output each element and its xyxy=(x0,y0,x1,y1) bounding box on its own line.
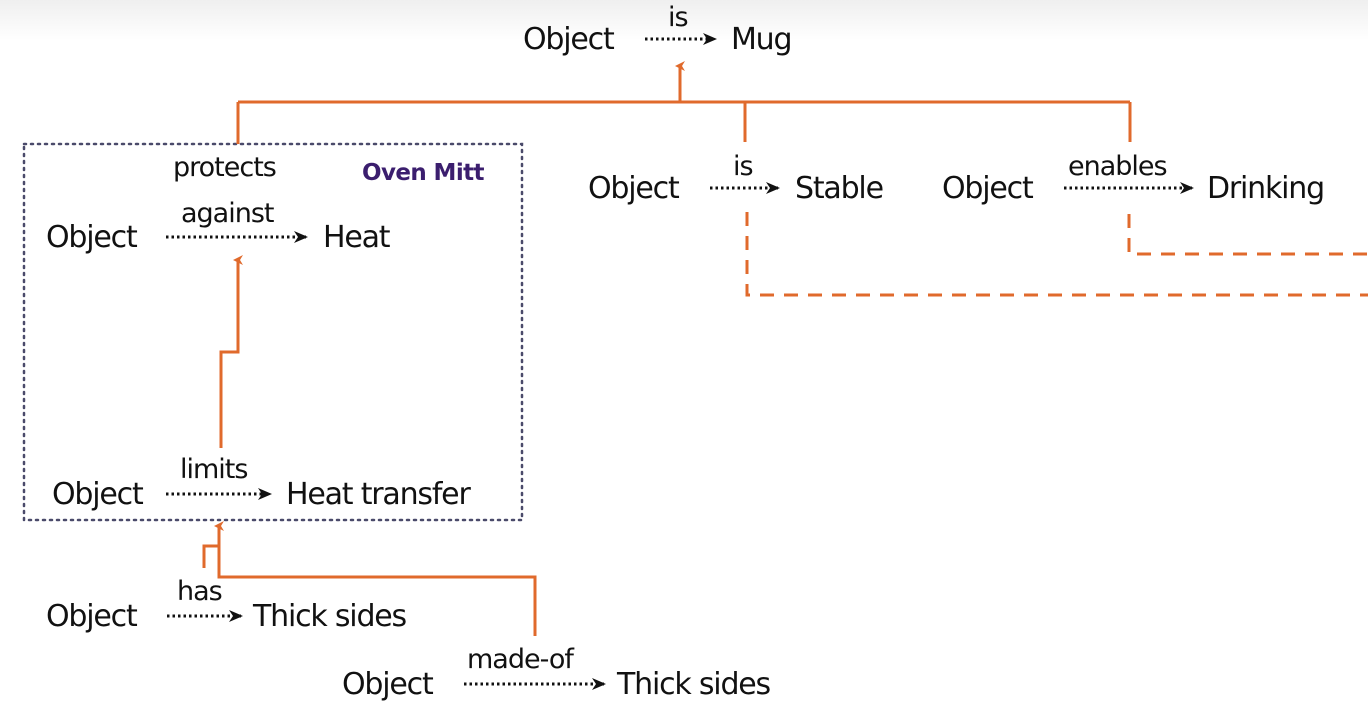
subject-node-heat: Object xyxy=(46,220,138,255)
link-thick-to-transfer xyxy=(202,544,219,568)
subject-node-drinking: Object xyxy=(942,171,1034,206)
concept-diagram: Oven Mitt Object is Mug Object is Stable… xyxy=(0,0,1368,724)
object-node-madeof: Thick sides xyxy=(617,667,771,702)
subject-node-transfer: Object xyxy=(52,477,144,512)
relation-label-heat-line2: against xyxy=(181,198,274,229)
object-node-heat: Heat xyxy=(323,220,391,255)
object-node-mug: Mug xyxy=(731,22,793,57)
link-transfer-to-heat xyxy=(219,255,243,448)
object-node-drinking: Drinking xyxy=(1207,171,1325,206)
relation-label-thick: has xyxy=(177,576,223,607)
object-node-thick: Thick sides xyxy=(253,599,407,634)
relation-label-drinking: enables xyxy=(1068,151,1168,182)
relation-label-transfer: limits xyxy=(180,454,248,485)
object-node-stable: Stable xyxy=(795,171,884,206)
link-stable-dashed xyxy=(745,212,1368,297)
subject-node-thick: Object xyxy=(46,599,138,634)
object-node-transfer: Heat transfer xyxy=(286,477,471,512)
oven-mitt-group-label: Oven Mitt xyxy=(362,160,484,186)
subject-node-stable: Object xyxy=(588,171,680,206)
relation-label-heat-line1: protects xyxy=(173,152,277,183)
relation-label-stable: is xyxy=(733,151,754,182)
relation-label-madeof: made-of xyxy=(467,644,574,675)
subject-node-mug: Object xyxy=(523,22,615,57)
relation-label-mug: is xyxy=(668,2,689,33)
link-drinking-dashed xyxy=(1127,214,1368,256)
subject-node-madeof: Object xyxy=(342,667,434,702)
connector-layer xyxy=(22,33,1368,690)
